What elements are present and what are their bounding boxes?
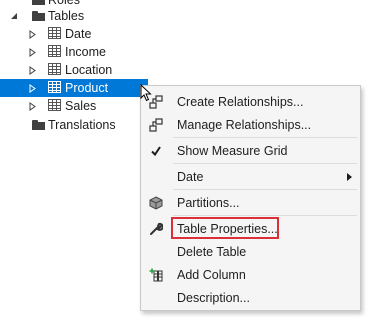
menu-item-partitions[interactable]: Partitions... <box>141 192 360 214</box>
tree-item-table-date[interactable]: Date <box>0 25 140 43</box>
folder-icon <box>32 120 45 130</box>
table-icon <box>48 63 61 75</box>
tree-item-tables[interactable]: Tables <box>0 7 140 25</box>
menu-item-show-measure-grid[interactable]: Show Measure Grid <box>141 140 360 162</box>
menu-item-label: Date <box>177 170 204 184</box>
tree-item-label: Translations <box>48 118 116 132</box>
submenu-arrow-icon <box>347 173 352 181</box>
menu-item-description[interactable]: Description... <box>141 287 360 309</box>
menu-item-label: Delete Table <box>177 245 247 259</box>
menu-separator <box>173 215 357 216</box>
collapse-arrow-icon[interactable] <box>9 7 19 25</box>
folder-icon <box>32 11 45 21</box>
menu-separator <box>173 163 357 164</box>
tree-item-label: Product <box>65 81 109 95</box>
tree-item-table-income[interactable]: Income <box>0 43 140 61</box>
table-icon <box>48 27 61 39</box>
tree-item-table-sales[interactable]: Sales <box>0 97 140 115</box>
expand-arrow-icon[interactable] <box>27 79 37 97</box>
annotation-highlight-box <box>171 217 279 239</box>
menu-item-manage-relationships[interactable]: Manage Relationships... <box>141 114 360 136</box>
tree-item-table-product[interactable]: Product <box>0 79 148 97</box>
table-icon <box>48 99 61 111</box>
add-column-icon <box>149 268 163 282</box>
context-menu: Create Relationships... Manage Relations… <box>140 85 361 311</box>
menu-item-date[interactable]: Date <box>141 166 360 188</box>
menu-item-add-column[interactable]: Add Column <box>141 264 360 286</box>
menu-item-label: Manage Relationships... <box>177 118 312 132</box>
tree-item-label: Tables <box>48 9 85 23</box>
checkmark-icon <box>151 146 161 157</box>
expand-arrow-icon[interactable] <box>27 97 37 115</box>
expand-arrow-icon[interactable] <box>27 25 37 43</box>
tree-item-label: Sales <box>65 99 97 113</box>
tree-item-label: Income <box>65 45 106 59</box>
mouse-cursor-icon <box>140 84 152 102</box>
table-icon <box>48 45 61 57</box>
menu-item-create-relationships[interactable]: Create Relationships... <box>141 91 360 113</box>
tree-item-label: Date <box>65 27 92 41</box>
menu-item-label: Create Relationships... <box>177 95 304 109</box>
menu-separator <box>173 189 357 190</box>
tree-item-translations[interactable]: Translations <box>0 116 140 134</box>
expand-arrow-icon[interactable] <box>27 61 37 79</box>
menu-item-label: Description... <box>177 291 250 305</box>
menu-item-label: Add Column <box>177 268 246 282</box>
menu-item-delete-table[interactable]: Delete Table <box>141 241 360 263</box>
expand-arrow-icon[interactable] <box>27 43 37 61</box>
tree-item-table-location[interactable]: Location <box>0 61 140 79</box>
partitions-icon <box>149 196 163 210</box>
menu-separator <box>173 137 357 138</box>
folder-icon <box>32 0 45 5</box>
wrench-icon <box>150 222 163 235</box>
menu-item-label: Partitions... <box>177 196 240 210</box>
relationship-icon <box>149 118 163 132</box>
menu-item-label: Show Measure Grid <box>177 144 288 158</box>
table-icon <box>48 81 61 93</box>
tree-item-label: Location <box>65 63 113 77</box>
